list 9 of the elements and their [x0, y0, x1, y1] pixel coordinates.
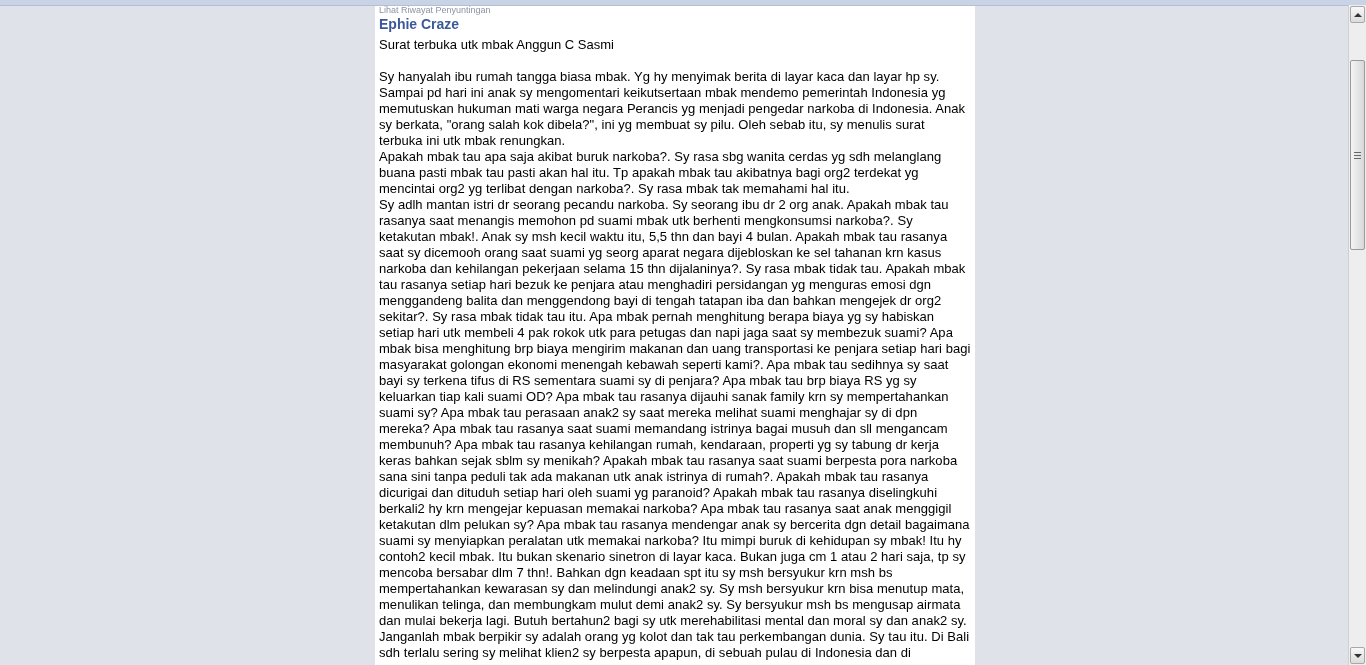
scroll-down-icon[interactable] [1350, 647, 1365, 664]
post-paragraph: Sy hanyalah ibu rumah tangga biasa mbak. Yg hy menyimak berita di layar kaca dan layar hp sy. Sampai pd hari ini anak sy mengomentari keikutsertaan mbak mendemo pemerintah Indonesia yg memutuskan hukuman mati warga negara Perancis yg menjadi pengedar narkoba di Indonesia. Anak sy berkata, "orang salah kok dibela?", ini yg membuat sy pilu. Oleh sebab itu, sy menulis surat terbuka ini utk mbak renungkan. [379, 69, 967, 149]
author-name[interactable]: Ephie Craze [379, 16, 971, 32]
scrollbar[interactable] [1348, 5, 1366, 665]
scroll-up-icon[interactable] [1350, 6, 1365, 23]
post-paragraph: Apakah mbak tau apa saja akibat buruk narkoba?. Sy rasa sbg wanita cerdas yg sdh melanglang buana pasti mbak tau pasti akan hal itu. Tp apakah mbak tau akibatnya bagi org2 terdekat yg mencintai org2 yg terlibat dengan narkoba?. Sy rasa mbak tak memahami hal itu. [379, 149, 943, 197]
post-title: Surat terbuka utk mbak Anggun C Sasmi [379, 37, 615, 53]
post-paragraph: Sy adlh mantan istri dr seorang pecandu narkoba. Sy seorang ibu dr 2 org anak. Apakah mbak tau rasanya saat menangis memohon pd suami mbak utk berhenti mengkonsumsi narkoba?. Sy ketakutan mbak!. Anak sy msh kecil waktu itu, 5,5 thn dan bayi 4 bulan. Apakah mbak tau rasanya saat sy dicemooh orang saat suami yg seorg aparat negara dijebloskan ke sel tahanan krn kasus narkoba dan kehilangan pekerjaan selama 15 thn dijalaninya?. Sy rasa mbak tidak tau. Apakah mbak tau rasanya setiap hari bezuk ke penjara atau menghadiri persidangan yg menguras emosi dgn menggandeng balita dan menggendong bayi di tengah tatapan iba dan bahkan mengejek dr org2 sekitar?. Sy rasa mbak tidak tau itu. Apa mbak pernah menghitung berapa biaya yg sy habiskan setiap hari utk membeli 4 pak rokok utk para petugas dan napi jaga saat sy membezuk suami? Apa mbak bisa menghitung brp biaya mengirim makanan dan uang transportasi ke penjara setiap hari bagi masyarakat golongan ekonomi menengah kebawah seperti kami?. Apa mbak tau sedihnya sy saat bayi sy terkena tifus di RS sementara suami sy di penjara? Apa mbak tau brp biaya RS yg sy keluarkan tiap kali suami OD? Apa mbak tau rasanya dijauhi sanak family krn sy mempertahankan suami sy? Apa mbak tau perasaan anak2 sy saat mereka melihat suami menghajar sy di dpn mereka? Apa mbak tau rasanya saat suami memandang istrinya bagai musuh dan sll mengancam membunuh? Apa mbak tau rasanya kehilangan rumah, kendaraan, properti yg sy tabung dr kerja keras bahkan sejak sblm sy menikah? Apakah mbak tau rasanya saat suami berpesta pora narkoba sana sini tanpa peduli tak ada makanan utk anak istrinya di rumah?. Apakah mbak tau rasanya dicurigai dan dituduh setiap hari oleh suami yg paranoid? Apakah mbak tau rasanya diselingkuhi berkali2 hy krn mengejar kepuasan memakai narkoba? Apa mbak tau rasanya saat anak menggigil ketakutan dlm pelukan sy? Apa mbak tau rasanya mendengar anak sy bercerita dgn detail bagaimana suami sy menyiapkan peralatan utk memakai narkoba? Itu mimpi buruk di kehidupan sy mbak! Itu hy contoh2 kecil mbak. Itu bukan skenario sinetron di layar kaca. Bukan juga cm 1 atau 2 hari saja, tp sy mencoba bersabar dlm 7 thn!. Bahkan dgn keadaan spt itu sy msh bersyukur krn msh bs mempertahankan kewarasan sy dan melindungi anak2 sy. Sy msh bersyukur krn bisa menutup mata, menulikan telinga, dan membungkam mulut demi anak2 sy. Sy bersyukur msh bs mengusap airmata dan mulai bekerja lagi. Butuh bertahun2 bagi sy utk merehabilitasi mental dan moral sy dan anak2 sy. Janganlah mbak berpikir sy adalah orang yg kolot dan tak tau perkembangan dunia. Sy tau itu. Di Bali sdh terlalu sering sy melihat klien2 sy berpesta apapun, di sebuah pulau di Indonesia dan di [379, 197, 971, 661]
scroll-thumb[interactable] [1350, 60, 1365, 250]
